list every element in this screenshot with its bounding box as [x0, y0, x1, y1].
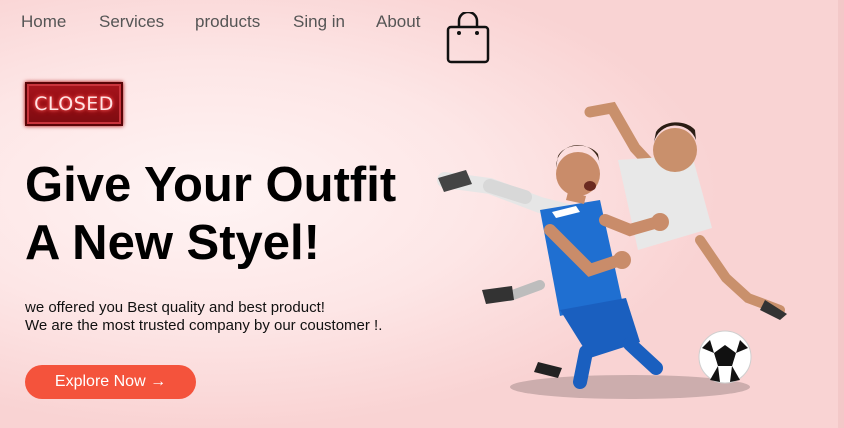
hero-description-line-2: We are the most trusted company by our c… — [25, 317, 383, 334]
closed-sign-text: CLOSED — [34, 93, 114, 115]
closed-sign: CLOSED — [25, 82, 123, 126]
soccer-players-image — [437, 101, 787, 399]
hero-title: Give Your Outfit A New Styel! — [25, 156, 445, 272]
nav-services[interactable]: Services — [99, 12, 164, 32]
nav-sign-in[interactable]: Sing in — [293, 12, 345, 32]
hero-description: we offered you Best quality and best pro… — [25, 299, 382, 335]
nav-products[interactable]: products — [195, 12, 260, 32]
nav-home[interactable]: Home — [21, 12, 66, 32]
top-nav: Home Services products Sing in About — [0, 0, 844, 70]
hero-title-line-2: A New Styel! — [25, 216, 320, 270]
hero-title-line-1: Give Your Outfit — [25, 158, 397, 212]
shopping-bag-icon[interactable] — [446, 12, 490, 64]
nav-about[interactable]: About — [376, 12, 420, 32]
explore-now-button[interactable]: Explore Now → — [25, 365, 196, 399]
soccer-ball — [698, 330, 752, 384]
hero-description-line-1: we offered you Best quality and best pro… — [25, 299, 325, 316]
